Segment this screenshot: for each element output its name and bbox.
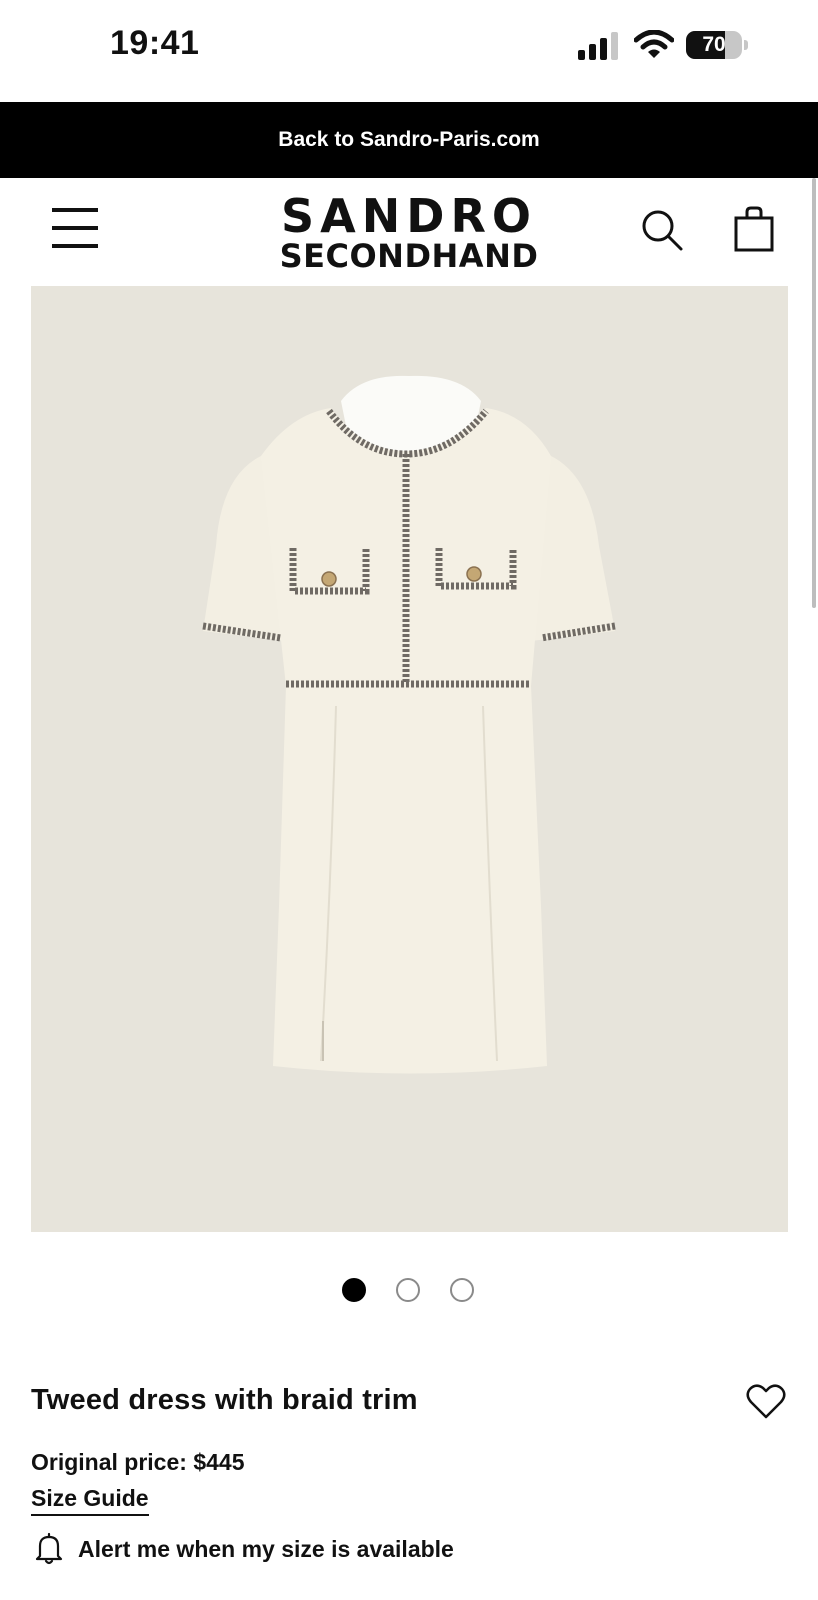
search-icon[interactable] [640,208,684,252]
site-logo[interactable]: SANDRO SECONDHAND [250,192,568,272]
bell-icon [35,1532,63,1565]
cellular-signal-icon [578,32,618,60]
carousel-pagination [342,1278,478,1304]
hamburger-menu-icon[interactable] [52,206,98,250]
dress-illustration [202,375,616,1074]
status-time: 19:41 [110,24,200,62]
size-alert-label: Alert me when my size is available [78,1536,454,1562]
battery-indicator: 70 [686,31,748,59]
carousel-dot-1[interactable] [342,1278,366,1302]
site-header: SANDRO SECONDHAND [0,178,818,286]
original-price: Original price: $445 [31,1449,245,1475]
back-to-main-site-link[interactable]: Back to Sandro-Paris.com [0,102,818,178]
status-bar: 19:41 70 [0,0,818,102]
battery-level: 70 [702,33,726,56]
logo-line-2: SECONDHAND [279,237,539,275]
carousel-dot-2[interactable] [396,1278,420,1302]
size-guide-link[interactable]: Size Guide [31,1485,149,1516]
page-scrollbar[interactable] [812,178,816,608]
product-title: Tweed dress with braid trim [31,1384,418,1416]
heart-icon[interactable] [746,1382,786,1420]
wifi-icon [634,30,674,58]
carousel-dot-3[interactable] [450,1278,474,1302]
shopping-bag-icon[interactable] [734,206,774,252]
product-image[interactable] [31,286,788,1232]
logo-line-1: SANDRO [281,189,537,243]
